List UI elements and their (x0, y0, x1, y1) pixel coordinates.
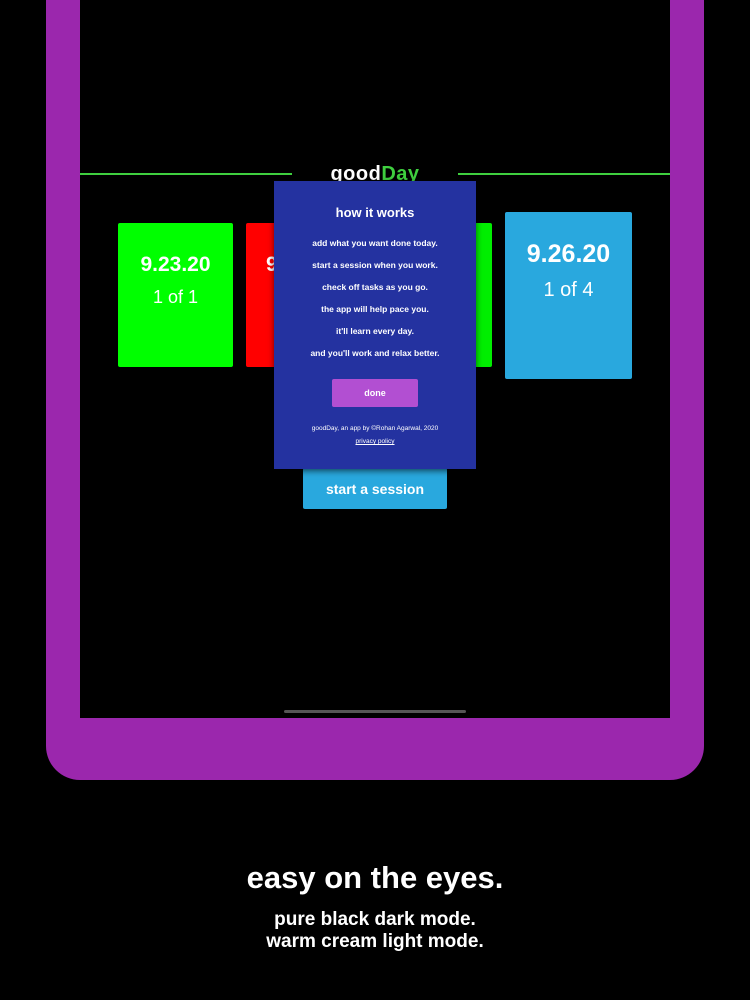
home-indicator[interactable] (284, 710, 466, 713)
steps-list: add what you want done today. start a se… (274, 237, 476, 369)
day-card-count: 1 of 4 (543, 279, 594, 301)
day-card-count: 1 of 1 (152, 287, 199, 307)
header-divider-right (458, 173, 670, 175)
step-item: and you'll work and relax better. (310, 348, 440, 358)
caption-line-1: pure black dark mode. (274, 909, 476, 930)
step-item: start a session when you work. (312, 260, 438, 270)
step-item: check off tasks as you go. (322, 282, 428, 292)
day-card[interactable]: 9.23.20 1 of 1 (118, 223, 233, 367)
caption-headline: easy on the eyes. (246, 860, 504, 895)
day-card-date: 9.23.20 (140, 253, 211, 276)
step-item: add what you want done today. (312, 238, 438, 248)
caption-line-2: warm cream light mode. (266, 931, 484, 952)
step-item: it'll learn every day. (336, 326, 414, 336)
day-card[interactable]: 9.26.20 1 of 4 (505, 212, 632, 379)
step-item: the app will help pace you. (321, 304, 429, 314)
credit-text: goodDay, an app by ©Rohan Agarwal, 2020 (311, 425, 439, 432)
done-button[interactable]: done (332, 379, 418, 407)
how-it-works-modal: how it works add what you want done toda… (274, 181, 476, 469)
day-card-date: 9.26.20 (526, 240, 611, 268)
app-screen: goodDay 9.23.20 1 of 1 9 9.26.20 1 of 4 … (80, 0, 670, 718)
privacy-policy-link[interactable]: privacy policy (274, 438, 476, 445)
modal-title: how it works (335, 205, 415, 220)
header-divider-left (80, 173, 292, 175)
start-session-button[interactable]: start a session (303, 468, 447, 509)
